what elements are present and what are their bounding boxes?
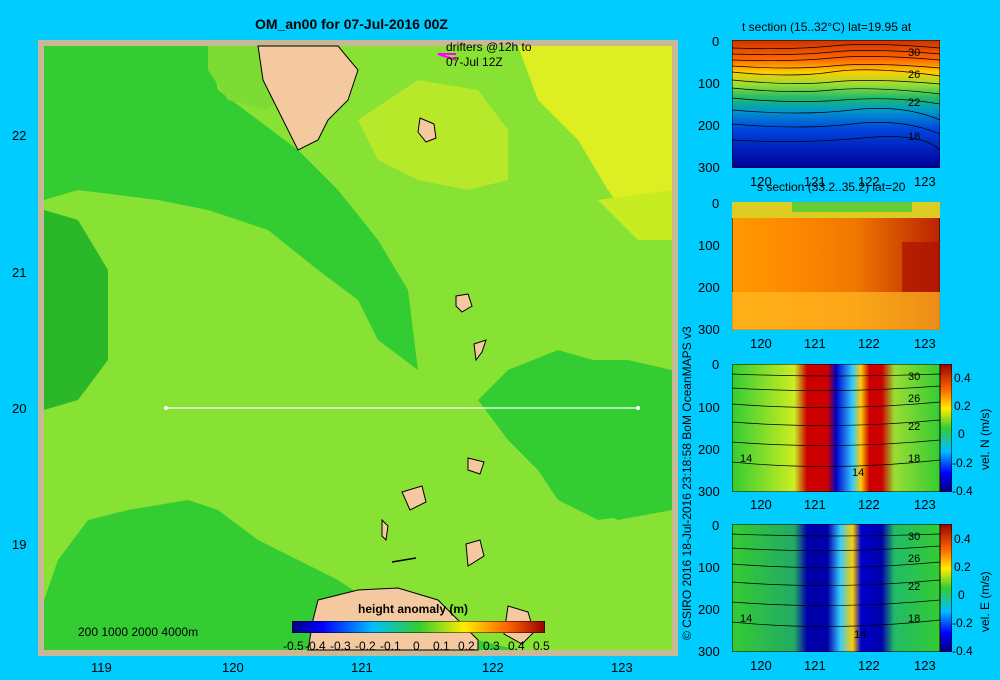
section-xtick: 121 (804, 174, 826, 189)
colorbar-tick: -0.5 (283, 639, 304, 653)
map-ytick: 21 (12, 265, 27, 280)
map-xtick: 120 (222, 660, 244, 675)
cbar-tick: 0 (958, 427, 965, 441)
colorbar-tick: 0 (413, 639, 420, 653)
colorbar-tick: 0.2 (458, 639, 475, 653)
section-xtick: 121 (804, 497, 826, 512)
section-xtick: 120 (750, 497, 772, 512)
section-ytick: 0 (712, 357, 720, 372)
svg-text:22: 22 (908, 581, 920, 593)
svg-text:18: 18 (908, 453, 920, 465)
section-ytick: 300 (698, 322, 720, 337)
svg-text:30: 30 (908, 531, 920, 543)
colorbar-tick: 0.5 (533, 639, 550, 653)
colorbar-tick: 0.4 (508, 639, 525, 653)
section-xtick: 121 (804, 336, 826, 351)
section-title: s section (33.2..35.2) lat=20 (757, 180, 906, 194)
svg-text:30: 30 (908, 47, 920, 59)
cbar-tick: 0.2 (954, 399, 971, 413)
salinity-section (732, 202, 940, 330)
section-ytick: 300 (698, 160, 720, 175)
section-ytick: 0 (712, 196, 720, 211)
map-xtick: 119 (91, 660, 112, 675)
colorbar-title: height anomaly (m) (358, 602, 469, 616)
map-xtick: 122 (482, 660, 504, 675)
map-ytick: 20 (12, 401, 27, 416)
map-xtick: 123 (611, 660, 633, 675)
cbar-tick: 0.2 (954, 560, 971, 574)
svg-text:22: 22 (908, 421, 920, 433)
depth-legend: 200 1000 2000 4000m (78, 625, 199, 639)
svg-text:14: 14 (740, 453, 752, 465)
section-ytick: 300 (698, 484, 720, 499)
section-xtick: 120 (750, 174, 772, 189)
colorbar-tick: -0.1 (380, 639, 401, 653)
section-ytick: 100 (698, 238, 720, 253)
drifters-label-2: 07-Jul 12Z (446, 55, 503, 69)
section-xtick: 120 (750, 658, 772, 673)
colorbar-tick: -0.4 (305, 639, 326, 653)
map-title: OM_an00 for 07-Jul-2016 00Z (255, 16, 448, 32)
cbar-tick: -0.2 (952, 456, 973, 470)
section-xtick: 123 (914, 336, 936, 351)
section-ytick: 200 (698, 118, 720, 133)
section-xtick: 122 (858, 497, 880, 512)
section-ytick: 300 (698, 644, 720, 659)
section-ytick: 0 (712, 34, 720, 49)
section-xtick: 120 (750, 336, 772, 351)
height-colorbar (292, 621, 545, 633)
section-ytick: 200 (698, 280, 720, 295)
section-xtick: 122 (858, 174, 880, 189)
svg-text:14: 14 (740, 613, 752, 625)
section-ytick: 0 (712, 518, 720, 533)
section-xtick: 121 (804, 658, 826, 673)
cbar-tick: -0.4 (952, 644, 973, 658)
svg-text:18: 18 (908, 613, 920, 625)
map-panel (38, 40, 678, 656)
cbar-label: vel. E (m/s) (978, 571, 992, 632)
vel-e-colorbar (940, 524, 952, 652)
section-xtick: 123 (914, 658, 936, 673)
temperature-section: 30 26 22 18 (732, 40, 940, 168)
svg-text:26: 26 (908, 69, 920, 81)
cbar-tick: 0.4 (954, 371, 971, 385)
svg-text:22: 22 (908, 97, 920, 109)
colorbar-tick: -0.2 (355, 639, 376, 653)
section-xtick: 122 (858, 336, 880, 351)
section-ytick: 100 (698, 400, 720, 415)
section-ytick: 200 (698, 602, 720, 617)
section-title: t section (15..32°C) lat=19.95 at (742, 20, 912, 34)
section-xtick: 123 (914, 174, 936, 189)
vel-n-section: 30 26 22 18 14 14 (732, 364, 940, 492)
section-ytick: 100 (698, 76, 720, 91)
svg-text:18: 18 (908, 131, 920, 143)
svg-text:26: 26 (908, 393, 920, 405)
svg-text:26: 26 (908, 553, 920, 565)
svg-text:14: 14 (854, 629, 866, 641)
section-xtick: 122 (858, 658, 880, 673)
map-xtick: 121 (351, 660, 373, 675)
colorbar-tick: 0.1 (433, 639, 450, 653)
cbar-tick: 0 (958, 588, 965, 602)
cbar-tick: -0.4 (952, 484, 973, 498)
cbar-tick: 0.4 (954, 532, 971, 546)
section-ytick: 200 (698, 442, 720, 457)
drifters-label-1: drifters @12h to (446, 40, 532, 54)
cbar-label: vel. N (m/s) (978, 408, 992, 470)
svg-text:30: 30 (908, 371, 920, 383)
credit-text: © CSIRO 2016 18-Jul-2016 23:18:58 BoM Oc… (680, 326, 694, 640)
colorbar-tick: -0.3 (330, 639, 351, 653)
section-xtick: 123 (914, 497, 936, 512)
svg-text:14: 14 (852, 467, 864, 479)
cbar-tick: -0.2 (952, 616, 973, 630)
colorbar-tick: 0.3 (483, 639, 500, 653)
map-ytick: 22 (12, 128, 27, 143)
section-ytick: 100 (698, 560, 720, 575)
map-ytick: 19 (12, 537, 27, 552)
vel-n-colorbar (940, 364, 952, 492)
vel-e-section: 30 26 22 18 14 14 (732, 524, 940, 652)
